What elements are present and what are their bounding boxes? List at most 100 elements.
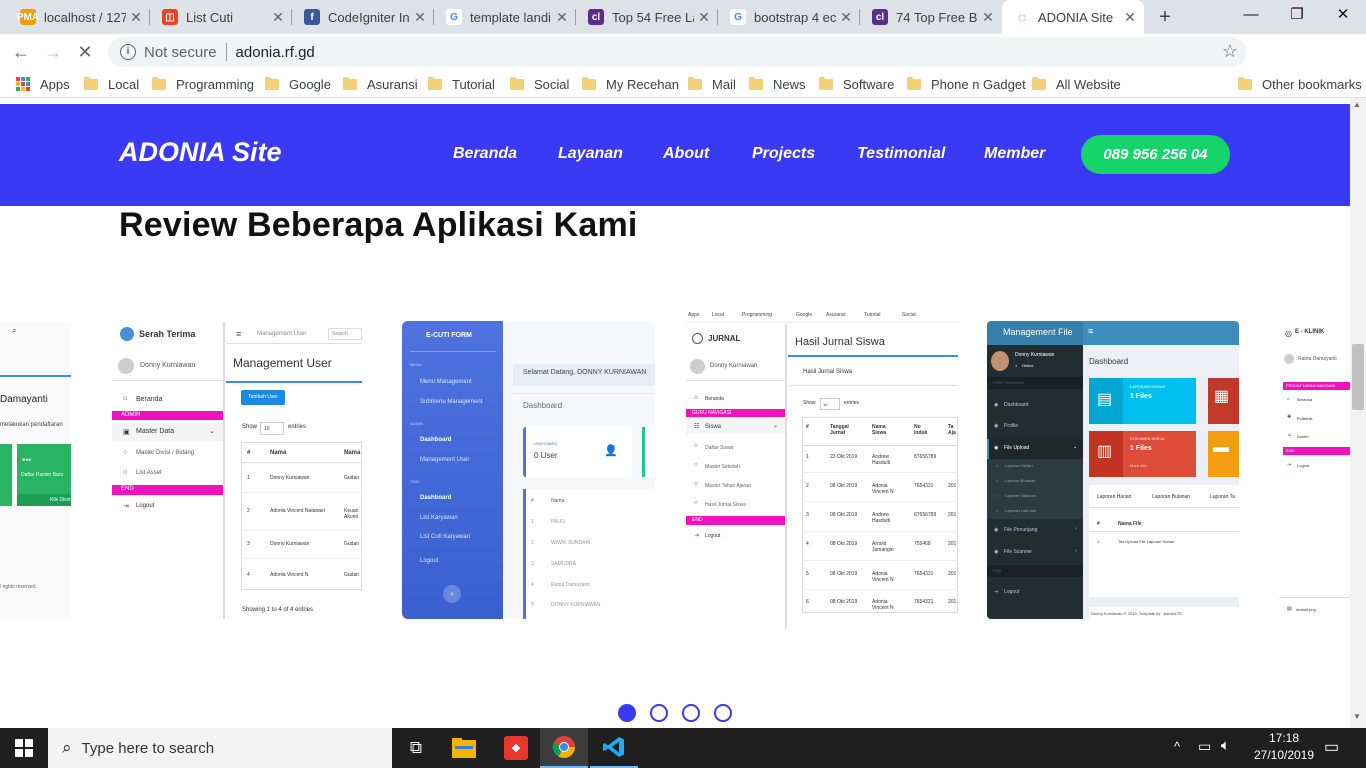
screenshot-partial-left[interactable]: ⌕ Damayanti melakukan pendaftaran ••• Da… [0, 322, 71, 619]
menu-beranda[interactable]: Beranda [1297, 397, 1312, 402]
info-icon[interactable]: i [120, 44, 136, 60]
bookmark-folder[interactable]: Phone n Gadget [907, 70, 1026, 98]
menu-logout[interactable]: Logout [420, 558, 438, 564]
bookmark-folder[interactable]: Google [265, 70, 331, 98]
bookmark-star-icon[interactable]: ☆ [1222, 41, 1238, 62]
nav-layanan[interactable]: Layanan [558, 145, 623, 163]
submenu-item[interactable]: Laporan Bulanan [1005, 478, 1035, 483]
bookmark-folder[interactable]: Programming [152, 70, 254, 98]
bookmark-folder[interactable]: Local [84, 70, 139, 98]
bookmark-folder[interactable]: Software [819, 70, 894, 98]
menu-dokter[interactable]: Dokter [1297, 434, 1309, 439]
page-scrollbar[interactable]: ▲ ▼ [1350, 98, 1366, 728]
screenshot-jurnal[interactable]: Apps Local Programming Google Asuransi T… [686, 309, 958, 629]
menu-management[interactable]: Menu Management [420, 379, 472, 385]
close-tab-icon[interactable]: ✕ [1120, 9, 1140, 26]
nav-projects[interactable]: Projects [752, 145, 815, 163]
minimize-button[interactable]: — [1228, 0, 1274, 30]
menu-siswa[interactable]: Siswa [705, 424, 721, 430]
menu-item[interactable]: Hasil Jurnal Siswa [705, 502, 746, 508]
submenu-management[interactable]: Submenu Management [420, 399, 482, 405]
bookmark-folder[interactable]: News [749, 70, 806, 98]
close-tab-icon[interactable]: ✕ [978, 9, 998, 26]
tab-2[interactable]: ◫ List Cuti ✕ [150, 0, 292, 34]
more-info-link[interactable]: More info [1130, 463, 1147, 468]
menu-management-user[interactable]: Management User [420, 457, 469, 463]
menu-poliklinik[interactable]: Poliklinik [1297, 416, 1313, 421]
menu-item[interactable]: Daftar Siswa [705, 445, 733, 451]
tab-5[interactable]: cl Top 54 Free La ✕ [576, 0, 718, 34]
bookmark-folder[interactable]: Tutorial [428, 70, 495, 98]
vscode-icon[interactable] [590, 728, 638, 768]
menu-master-divisi[interactable]: Master Divisi / Bidang [136, 450, 194, 456]
menu-file-penunjang[interactable]: File Penunjang [1004, 527, 1037, 533]
tab-1[interactable]: PMA localhost / 127. ✕ [8, 0, 150, 34]
hamburger-icon[interactable]: ≡ [1088, 326, 1093, 336]
chrome-icon[interactable] [540, 728, 588, 768]
menu-sdm-dashboard[interactable]: Dashboard [420, 495, 451, 501]
nav-member[interactable]: Member [984, 145, 1045, 163]
tab-bulanan[interactable]: Laporan Bulanan [1152, 494, 1190, 500]
back-button[interactable]: ← [6, 37, 36, 67]
menu-logout[interactable]: Logout [136, 503, 154, 509]
phone-button[interactable]: 089 956 256 04 [1081, 135, 1230, 174]
scroll-down-icon[interactable]: ▼ [1353, 712, 1361, 721]
screenshot-serah-terima[interactable]: Serah Terima Donny Kurniawan ⌂ Beranda A… [112, 322, 362, 619]
windows-start-icon[interactable] [0, 728, 48, 768]
menu-list-asset[interactable]: List Asset [136, 470, 162, 476]
close-tab-icon[interactable]: ✕ [126, 9, 146, 26]
tab-tahunan[interactable]: Laporan Ta [1210, 494, 1235, 500]
download-file[interactable]: default.png [1296, 607, 1316, 612]
address-bar[interactable]: i Not secure adonia.rf.gd ☆ [108, 37, 1246, 67]
tab-4[interactable]: Gtemplate landi ✕ [434, 0, 576, 34]
close-tab-icon[interactable]: ✕ [836, 9, 856, 26]
add-user-button[interactable]: Tambah User [241, 390, 285, 405]
notifications-icon[interactable]: ▭ [1324, 737, 1339, 757]
search-input[interactable]: Search [328, 328, 362, 340]
new-tab-button[interactable]: + [1152, 4, 1178, 30]
bookmark-folder[interactable]: Other bookmarks [1238, 70, 1362, 98]
entries-select[interactable]: 10 [820, 398, 840, 410]
bookmark-folder[interactable]: Asuransi [343, 70, 418, 98]
tab-3[interactable]: f CodeIgniter Ind ✕ [292, 0, 434, 34]
menu-list-cuti[interactable]: List Cuti Karyawan [420, 534, 470, 540]
close-tab-icon[interactable]: ✕ [694, 9, 714, 26]
tab-6[interactable]: Gbootstrap 4 ec ✕ [718, 0, 860, 34]
entries-select[interactable]: 10 [260, 422, 284, 435]
menu-profile[interactable]: Profile [1004, 423, 1018, 429]
maximize-button[interactable]: ❐ [1274, 0, 1320, 30]
apps-shortcut[interactable]: Apps [16, 70, 70, 98]
carousel-dot-3[interactable] [682, 704, 700, 722]
site-brand[interactable]: ADONIA Site [119, 137, 282, 168]
carousel-dot-2[interactable] [650, 704, 668, 722]
screenshot-eklinik[interactable]: ◎ E - KLINIK Ratna Damayanti PENDAFTARAN… [1279, 322, 1350, 619]
nav-beranda[interactable]: Beranda [453, 145, 517, 163]
nav-testimonial[interactable]: Testimonial [857, 145, 945, 163]
menu-list-karyawan[interactable]: List Karyawan [420, 515, 458, 521]
carousel-dot-4[interactable] [714, 704, 732, 722]
task-view-icon[interactable]: ⧉ [392, 728, 440, 768]
menu-logout[interactable]: Logout [1004, 589, 1019, 595]
network-icon[interactable]: ▭ [1198, 738, 1211, 755]
volume-icon[interactable]: 🔈︎ [1221, 737, 1230, 754]
close-window-button[interactable]: ✕ [1320, 0, 1366, 30]
menu-logout[interactable]: Logout [1297, 463, 1309, 468]
taskbar-search-box[interactable]: ⌕ Type here to search [48, 728, 392, 768]
menu-beranda[interactable]: Beranda [136, 396, 162, 403]
screenshot-ecuti[interactable]: E-CUTI FORM MENU Menu Management Submenu… [402, 321, 655, 619]
bookmark-folder[interactable]: Social [510, 70, 569, 98]
submenu-item[interactable]: Laporan Tahunan [1005, 493, 1036, 498]
submenu-item[interactable]: Laporan Lain-lain [1005, 508, 1036, 513]
tile-link[interactable]: Klik Disin [50, 497, 71, 503]
url-text[interactable]: adonia.rf.gd [236, 44, 315, 61]
show-hidden-icons[interactable]: ^ [1174, 739, 1180, 754]
app-tile-icon[interactable]: ◆ [492, 728, 540, 768]
tab-harian[interactable]: Laporan Harian [1097, 494, 1131, 500]
tab-8[interactable]: ◌ ADONIA Site ✕ [1002, 0, 1144, 34]
bookmark-folder[interactable]: Mail [688, 70, 736, 98]
menu-dashboard[interactable]: Dashboard [1004, 402, 1028, 408]
close-tab-icon[interactable]: ✕ [410, 9, 430, 26]
menu-file-scanner[interactable]: File Scanner [1004, 549, 1032, 555]
menu-item[interactable]: Master Sekolah [705, 464, 740, 470]
menu-master-data[interactable]: Master Data [136, 428, 174, 435]
